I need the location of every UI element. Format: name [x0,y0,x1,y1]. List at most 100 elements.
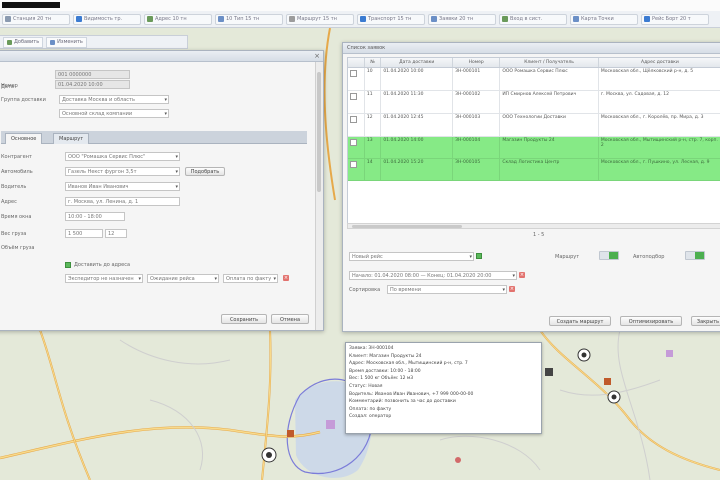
bookmark-label: Адрес 10 тн [155,16,187,22]
table-row[interactable]: 14 01.04.2020 15:20 ЗН-000105 Склад Логисти… [348,158,720,181]
bookmark-item[interactable]: Вход в сист. [499,13,567,25]
grid-cell-date: 01.04.2020 11:30 [380,90,454,114]
auto-toggle[interactable] [685,251,705,260]
bookmark-label: Маршрут 15 тн [297,16,337,22]
grid-cell-address: Московская обл., Мытищинский р-н, стр. 7… [598,136,720,159]
grid-cell-select[interactable] [348,113,365,137]
map-poi-icon[interactable] [666,350,673,357]
map-poi-icon[interactable] [455,457,461,463]
create-route-button[interactable]: Создать маршрут [549,316,611,326]
horizontal-scrollbar[interactable] [347,223,720,229]
map-marker[interactable] [545,368,553,376]
deliver-checkbox[interactable] [65,262,71,268]
map-marker[interactable] [577,348,591,362]
grid-cell-date: 01.04.2020 12:45 [380,113,454,137]
bookmark-item[interactable]: Рейс Борт 20 т [641,13,709,25]
toggle-knob [695,252,704,259]
number-field[interactable]: 001 0000000 [55,70,130,79]
bookmark-item[interactable]: Адрес 10 тн [144,13,212,25]
grid-cell-select[interactable] [348,67,365,91]
tab-main[interactable]: Основное [5,133,43,144]
driver-select[interactable]: Иванов Иван Иванович [65,182,180,191]
payment-select[interactable]: Оплата по факту [223,274,278,283]
row-label-address: Адрес [1,199,17,205]
map-marker[interactable] [261,447,277,463]
volume-field[interactable]: 12 [105,229,127,238]
grid-header-client[interactable]: Клиент / Получатель [499,58,599,68]
popup-line: Адрес: Московская обл., Мытищинский р-н,… [349,361,468,367]
grid-cell-select[interactable] [348,90,365,114]
pick-button[interactable]: Подобрать [185,167,225,176]
close-button[interactable]: Закрыть [691,316,720,326]
grid-header-number[interactable]: № [364,58,382,68]
grid-cell-select[interactable] [348,136,365,159]
add-button-label: Добавить [14,38,40,45]
grid-cell-number: 11 [364,90,382,114]
grid-cell-select[interactable] [348,158,365,181]
period-filter[interactable]: Начало: 01.04.2020 08:00 — Конец: 01.04.… [349,271,517,280]
optimize-button[interactable]: Оптимизировать [620,316,682,326]
grid-cell-address: Московская обл., г. Королёв, пр. Мира, д… [598,113,720,137]
vehicle-select[interactable]: Газель Некст фургон 3,5т [65,167,180,176]
bookmark-icon [360,16,366,22]
bookmark-item[interactable]: Видимость тр. [73,13,141,25]
orders-grid: № Дата доставки Номер Клиент / Получател… [347,57,720,224]
status-select[interactable]: Ожидание рейса [147,274,219,283]
row-checkbox[interactable] [350,93,357,100]
sort-select[interactable]: По времени [387,285,507,294]
popup-line: Водитель: Иванов Иван Иванович, +7 999 0… [349,391,474,397]
save-button[interactable]: Сохранить [221,314,267,324]
clear-period-icon[interactable]: × [519,272,525,278]
bookmark-item[interactable]: Станция 20 тн [2,13,70,25]
table-row[interactable]: 12 01.04.2020 12:45 ЗН-000103 ООО Технологи… [348,113,720,137]
bookmark-label: 10 Тип 15 тн [226,16,260,22]
vertical-scrollbar[interactable] [315,62,323,330]
clear-icon[interactable]: × [283,275,289,281]
bookmark-item[interactable]: Маршрут 15 тн [286,13,354,25]
bookmark-icon [431,16,437,22]
scrollbar-thumb[interactable] [352,225,462,228]
delivery-group-select[interactable]: Доставка Москва и область [59,95,169,104]
edit-button[interactable]: Изменить [46,36,87,48]
route-select[interactable]: Новый рейс [349,252,474,261]
grid-header-row: № Дата доставки Номер Клиент / Получател… [348,58,720,68]
row-checkbox[interactable] [350,70,357,77]
grid-cell-date: 01.04.2020 10:00 [380,67,454,91]
route-toggle[interactable] [599,251,619,260]
date-field[interactable]: 01.04.2020 10:00 [55,80,130,89]
table-row[interactable]: 13 01.04.2020 14:00 ЗН-000104 Магазин Проду… [348,136,720,159]
bookmark-label: Станция 20 тн [13,16,52,22]
cancel-button[interactable]: Отмена [271,314,309,324]
grid-header-date[interactable]: Дата доставки [380,58,454,68]
bookmark-item[interactable]: 10 Тип 15 тн [215,13,283,25]
counterparty-select[interactable]: ООО "Ромашка Сервис Плюс" [65,152,180,161]
grid-header-code[interactable]: Номер [452,58,501,68]
route-apply-checkbox[interactable] [476,253,482,259]
grid-cell-date: 01.04.2020 15:20 [380,158,454,181]
table-row[interactable]: 10 01.04.2020 10:00 ЗН-000101 ООО Ромашка С… [348,67,720,91]
map-marker[interactable] [287,430,294,437]
grid-header-select[interactable] [348,58,365,68]
map-marker[interactable] [607,390,621,404]
address-field[interactable]: г. Москва, ул. Ленина, д. 1 [65,197,180,206]
row-checkbox[interactable] [350,161,357,168]
close-icon[interactable]: × [314,51,320,61]
add-button[interactable]: Добавить [3,36,44,48]
bookmark-item[interactable]: Заявки 20 тн [428,13,496,25]
row-checkbox[interactable] [350,139,357,146]
table-row[interactable]: 11 01.04.2020 11:30 ЗН-000102 ИП Смирнов Ал… [348,90,720,114]
map-poi-icon[interactable] [326,420,335,429]
clear-sort-icon[interactable]: × [509,286,515,292]
bookmark-item[interactable]: Транспорт 15 тн [357,13,425,25]
scrollbar-thumb[interactable] [317,72,321,192]
redacted-bar [2,2,60,8]
time-window-field[interactable]: 10:00 - 18:00 [65,212,125,221]
row-checkbox[interactable] [350,116,357,123]
forwarder-select[interactable]: Экспедитор не назначен [65,274,143,283]
warehouse-select[interactable]: Основной склад компании [59,109,169,118]
grid-header-address[interactable]: Адрес доставки [598,58,720,68]
tab-route[interactable]: Маршрут [53,133,90,144]
map-marker[interactable] [604,378,611,385]
weight-field[interactable]: 1 500 [65,229,103,238]
bookmark-item[interactable]: Карта Точки [570,13,638,25]
